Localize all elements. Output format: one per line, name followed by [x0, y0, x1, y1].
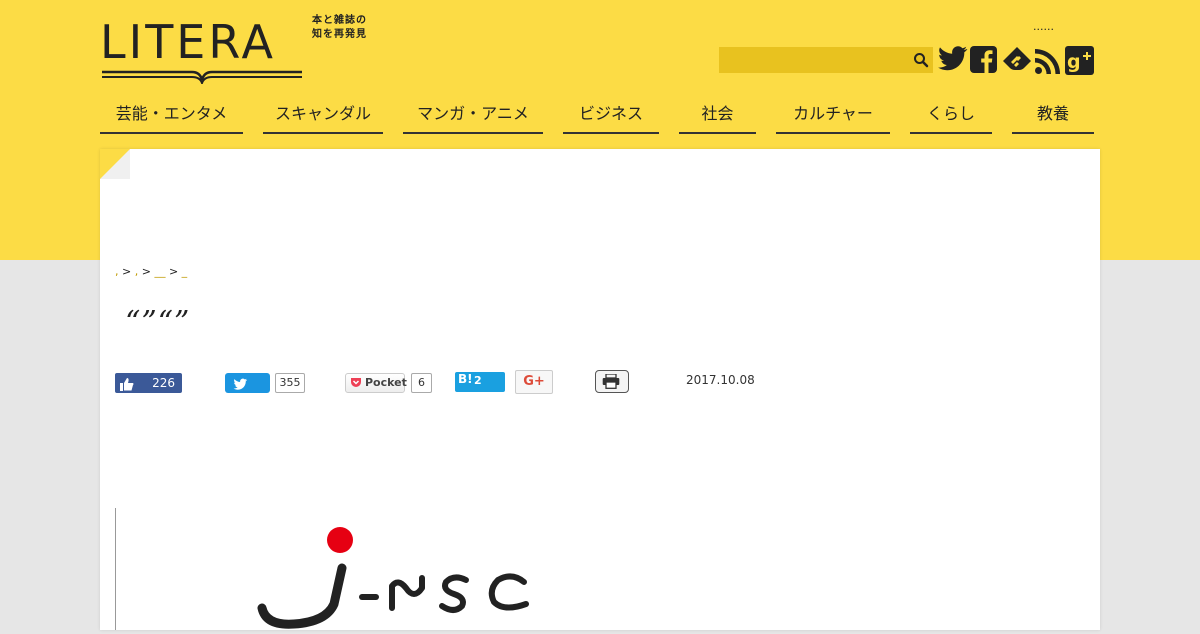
top-links[interactable]: ......: [1033, 20, 1054, 33]
pocket-icon: [350, 377, 362, 392]
breadcrumb-current[interactable]: _: [182, 265, 188, 278]
hatena-count: 2: [474, 374, 482, 387]
nav-item-business[interactable]: ビジネス: [563, 100, 659, 134]
jnsc-logo-image: [257, 527, 529, 629]
printer-icon: [602, 373, 620, 393]
svg-text:g: g: [1067, 51, 1081, 73]
tagline-line-1: 本と雑誌の: [312, 15, 367, 26]
site-logo[interactable]: LITERA 本と雑誌の 知を再発見: [100, 14, 375, 86]
breadcrumb-home[interactable]: ,: [115, 265, 119, 278]
pocket-button[interactable]: Pocket: [345, 373, 407, 393]
twitter-count: 355: [275, 373, 305, 393]
facebook-like-button[interactable]: 226: [115, 373, 182, 393]
breadcrumb-separator: >: [122, 265, 132, 278]
twitter-bird-icon: [233, 376, 248, 395]
article-date: 2017.10.08: [686, 373, 755, 387]
breadcrumb-separator: >: [168, 265, 179, 278]
article-image: [115, 508, 596, 630]
rss-icon[interactable]: [1034, 47, 1062, 79]
nav-item-culture-education[interactable]: 教養: [1012, 100, 1094, 134]
logo-text: LITERA: [100, 15, 276, 69]
pocket-count: 6: [411, 373, 432, 393]
logo-tagline: 本と雑誌の 知を再発見: [312, 14, 376, 42]
hatena-label: B!: [458, 372, 473, 386]
facebook-icon[interactable]: [970, 46, 997, 77]
tagline-line-2: 知を再発見: [312, 29, 367, 40]
facebook-count: 226: [152, 376, 175, 390]
print-button[interactable]: [595, 370, 629, 393]
breadcrumb: , > , > __ > _: [115, 265, 187, 278]
nav-item-lifestyle[interactable]: くらし: [910, 100, 992, 134]
breadcrumb-category[interactable]: ,: [135, 265, 139, 278]
article-card: , > , > __ > _ “”“” 226 355 Pocket 6 B! …: [100, 149, 1100, 630]
nav-item-manga-anime[interactable]: マンガ・アニメ: [403, 100, 543, 134]
search-box: [719, 47, 933, 73]
hatena-bookmark-button[interactable]: B! 2: [455, 372, 505, 392]
feedly-icon[interactable]: [1002, 46, 1032, 78]
article-title: “”“”: [125, 305, 191, 340]
search-input[interactable]: [719, 47, 925, 73]
tweet-button[interactable]: [225, 373, 270, 393]
main-nav: 芸能・エンタメ スキャンダル マンガ・アニメ ビジネス 社会 カルチャー くらし…: [100, 100, 1100, 136]
google-plus-icon[interactable]: g: [1065, 46, 1094, 79]
nav-item-scandal[interactable]: スキャンダル: [263, 100, 383, 134]
breadcrumb-subcategory[interactable]: __: [154, 265, 165, 278]
nav-item-society[interactable]: 社会: [679, 100, 756, 134]
nav-item-entertainment[interactable]: 芸能・エンタメ: [100, 100, 243, 134]
pocket-label: Pocket: [365, 376, 407, 389]
thumbs-up-icon: [120, 376, 134, 395]
breadcrumb-separator: >: [141, 265, 151, 278]
book-icon: [102, 70, 302, 84]
google-plus-share-button[interactable]: G+: [515, 370, 553, 394]
search-icon[interactable]: [913, 52, 929, 72]
nav-item-culture[interactable]: カルチャー: [776, 100, 890, 134]
page-fold-corner: [100, 149, 130, 179]
twitter-icon[interactable]: [938, 45, 968, 77]
